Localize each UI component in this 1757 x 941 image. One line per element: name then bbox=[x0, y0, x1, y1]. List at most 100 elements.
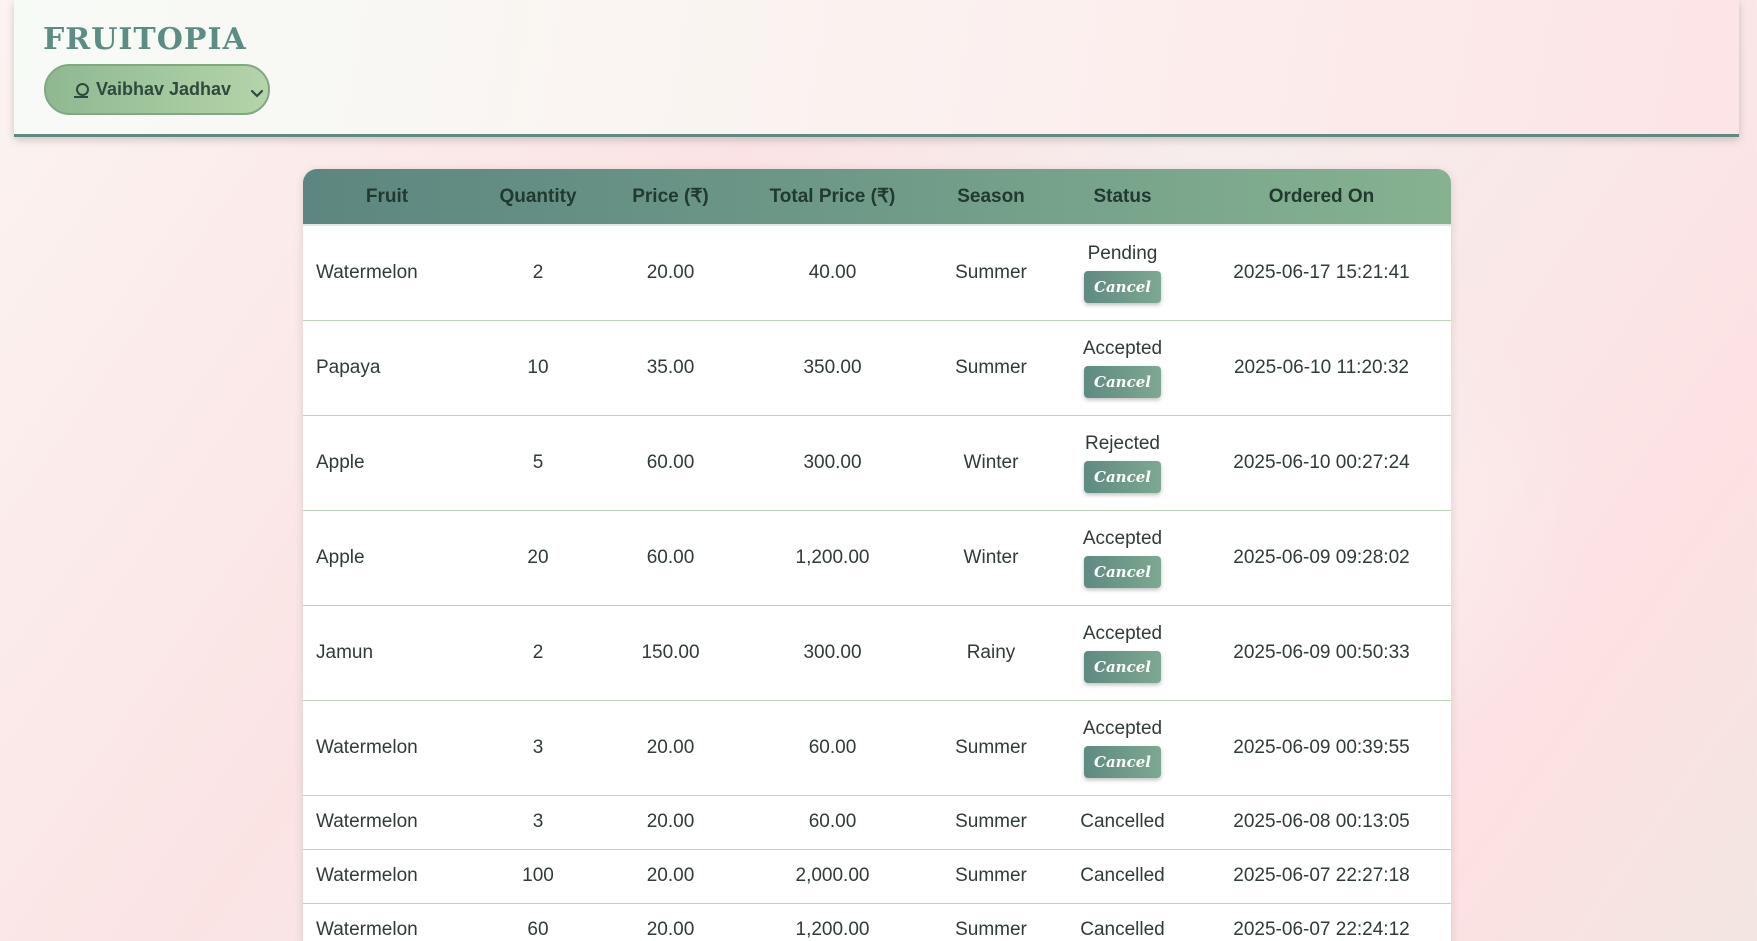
table-row: Watermelon 3 20.00 60.00 Summer Cancelle… bbox=[303, 795, 1451, 850]
cell-fruit: Watermelon bbox=[303, 849, 471, 904]
column-header-season[interactable]: Season bbox=[929, 169, 1053, 226]
cell-season: Summer bbox=[929, 225, 1053, 321]
cell-quantity: 10 bbox=[471, 320, 605, 416]
cell-quantity: 2 bbox=[471, 225, 605, 321]
cell-season: Winter bbox=[929, 510, 1053, 606]
cell-fruit: Watermelon bbox=[303, 903, 471, 941]
column-header-fruit[interactable]: Fruit bbox=[303, 169, 471, 226]
cell-quantity: 3 bbox=[471, 795, 605, 850]
status-text: Accepted bbox=[1082, 337, 1163, 359]
column-header-quantity[interactable]: Quantity bbox=[471, 169, 605, 226]
status-text: Rejected bbox=[1085, 432, 1160, 454]
cell-status: Accepted Cancel bbox=[1053, 605, 1192, 701]
cell-price: 150.00 bbox=[605, 605, 736, 701]
chevron-down-icon bbox=[251, 89, 264, 98]
cell-price: 20.00 bbox=[605, 795, 736, 850]
cell-total-price: 60.00 bbox=[736, 795, 929, 850]
cell-ordered-on: 2025-06-10 11:20:32 bbox=[1192, 320, 1451, 416]
user-icon bbox=[74, 82, 89, 98]
cell-price: 20.00 bbox=[605, 849, 736, 904]
column-header-status[interactable]: Status bbox=[1053, 169, 1192, 226]
cell-status: Rejected Cancel bbox=[1053, 415, 1192, 511]
table-row: Watermelon 2 20.00 40.00 Summer Pending … bbox=[303, 225, 1451, 321]
cell-total-price: 300.00 bbox=[736, 605, 929, 701]
table-row: Watermelon 100 20.00 2,000.00 Summer Can… bbox=[303, 849, 1451, 904]
cell-fruit: Apple bbox=[303, 510, 471, 606]
cell-total-price: 300.00 bbox=[736, 415, 929, 511]
orders-table: Fruit Quantity Price (₹) Total Price (₹)… bbox=[303, 169, 1451, 941]
status-text: Accepted bbox=[1082, 622, 1163, 644]
cell-fruit: Watermelon bbox=[303, 795, 471, 850]
cell-price: 20.00 bbox=[605, 903, 736, 941]
table-row: Apple 5 60.00 300.00 Winter Rejected Can… bbox=[303, 415, 1451, 511]
cell-status: Cancelled bbox=[1053, 795, 1192, 850]
cell-status: Cancelled bbox=[1053, 849, 1192, 904]
cell-fruit: Jamun bbox=[303, 605, 471, 701]
cell-status: Pending Cancel bbox=[1053, 225, 1192, 321]
cell-ordered-on: 2025-06-09 00:50:33 bbox=[1192, 605, 1451, 701]
table-row: Apple 20 60.00 1,200.00 Winter Accepted … bbox=[303, 510, 1451, 606]
table-row: Papaya 10 35.00 350.00 Summer Accepted C… bbox=[303, 320, 1451, 416]
table-row: Watermelon 3 20.00 60.00 Summer Accepted… bbox=[303, 700, 1451, 796]
cell-total-price: 1,200.00 bbox=[736, 510, 929, 606]
cell-quantity: 3 bbox=[471, 700, 605, 796]
cell-total-price: 2,000.00 bbox=[736, 849, 929, 904]
cell-ordered-on: 2025-06-09 09:28:02 bbox=[1192, 510, 1451, 606]
cell-season: Summer bbox=[929, 903, 1053, 941]
cell-status: Accepted Cancel bbox=[1053, 700, 1192, 796]
cell-quantity: 2 bbox=[471, 605, 605, 701]
cell-quantity: 100 bbox=[471, 849, 605, 904]
table-row: Jamun 2 150.00 300.00 Rainy Accepted Can… bbox=[303, 605, 1451, 701]
brand-logo-text: FRUITOPIA bbox=[43, 22, 247, 57]
cell-price: 20.00 bbox=[605, 225, 736, 321]
cell-price: 20.00 bbox=[605, 700, 736, 796]
cell-ordered-on: 2025-06-08 00:13:05 bbox=[1192, 795, 1451, 850]
top-header: FRUITOPIA Vaibhav Jadhav bbox=[14, 0, 1739, 137]
cell-fruit: Papaya bbox=[303, 320, 471, 416]
cell-fruit: Watermelon bbox=[303, 225, 471, 321]
cell-season: Summer bbox=[929, 849, 1053, 904]
cancel-button[interactable]: Cancel bbox=[1084, 650, 1161, 683]
cell-season: Summer bbox=[929, 795, 1053, 850]
cell-ordered-on: 2025-06-17 15:21:41 bbox=[1192, 225, 1451, 321]
cell-ordered-on: 2025-06-09 00:39:55 bbox=[1192, 700, 1451, 796]
cell-quantity: 20 bbox=[471, 510, 605, 606]
cell-season: Summer bbox=[929, 700, 1053, 796]
cell-total-price: 60.00 bbox=[736, 700, 929, 796]
cell-season: Rainy bbox=[929, 605, 1053, 701]
column-header-price[interactable]: Price (₹) bbox=[605, 169, 736, 226]
cell-price: 35.00 bbox=[605, 320, 736, 416]
cell-fruit: Watermelon bbox=[303, 700, 471, 796]
cell-quantity: 5 bbox=[471, 415, 605, 511]
table-header-row: Fruit Quantity Price (₹) Total Price (₹)… bbox=[303, 169, 1451, 226]
cell-status: Accepted Cancel bbox=[1053, 510, 1192, 606]
status-text: Pending bbox=[1087, 242, 1158, 264]
column-header-ordered-on[interactable]: Ordered On bbox=[1192, 169, 1451, 226]
cell-ordered-on: 2025-06-10 00:27:24 bbox=[1192, 415, 1451, 511]
status-text: Accepted bbox=[1082, 717, 1163, 739]
cell-status: Cancelled bbox=[1053, 903, 1192, 941]
column-header-total-price[interactable]: Total Price (₹) bbox=[736, 169, 929, 226]
cell-status: Accepted Cancel bbox=[1053, 320, 1192, 416]
cell-total-price: 350.00 bbox=[736, 320, 929, 416]
cancel-button[interactable]: Cancel bbox=[1084, 460, 1161, 493]
cancel-button[interactable]: Cancel bbox=[1084, 745, 1161, 778]
cell-season: Summer bbox=[929, 320, 1053, 416]
cell-fruit: Apple bbox=[303, 415, 471, 511]
cell-price: 60.00 bbox=[605, 510, 736, 606]
cell-quantity: 60 bbox=[471, 903, 605, 941]
cell-price: 60.00 bbox=[605, 415, 736, 511]
cell-ordered-on: 2025-06-07 22:27:18 bbox=[1192, 849, 1451, 904]
user-name: Vaibhav Jadhav bbox=[96, 79, 232, 99]
cell-total-price: 1,200.00 bbox=[736, 903, 929, 941]
table-row: Watermelon 60 20.00 1,200.00 Summer Canc… bbox=[303, 903, 1451, 941]
status-text: Accepted bbox=[1082, 527, 1163, 549]
cancel-button[interactable]: Cancel bbox=[1084, 365, 1161, 398]
cancel-button[interactable]: Cancel bbox=[1084, 270, 1161, 303]
cell-season: Winter bbox=[929, 415, 1053, 511]
cell-total-price: 40.00 bbox=[736, 225, 929, 321]
orders-table-container: Fruit Quantity Price (₹) Total Price (₹)… bbox=[303, 169, 1451, 941]
user-menu-button[interactable]: Vaibhav Jadhav bbox=[44, 64, 270, 115]
cancel-button[interactable]: Cancel bbox=[1084, 555, 1161, 588]
cell-ordered-on: 2025-06-07 22:24:12 bbox=[1192, 903, 1451, 941]
